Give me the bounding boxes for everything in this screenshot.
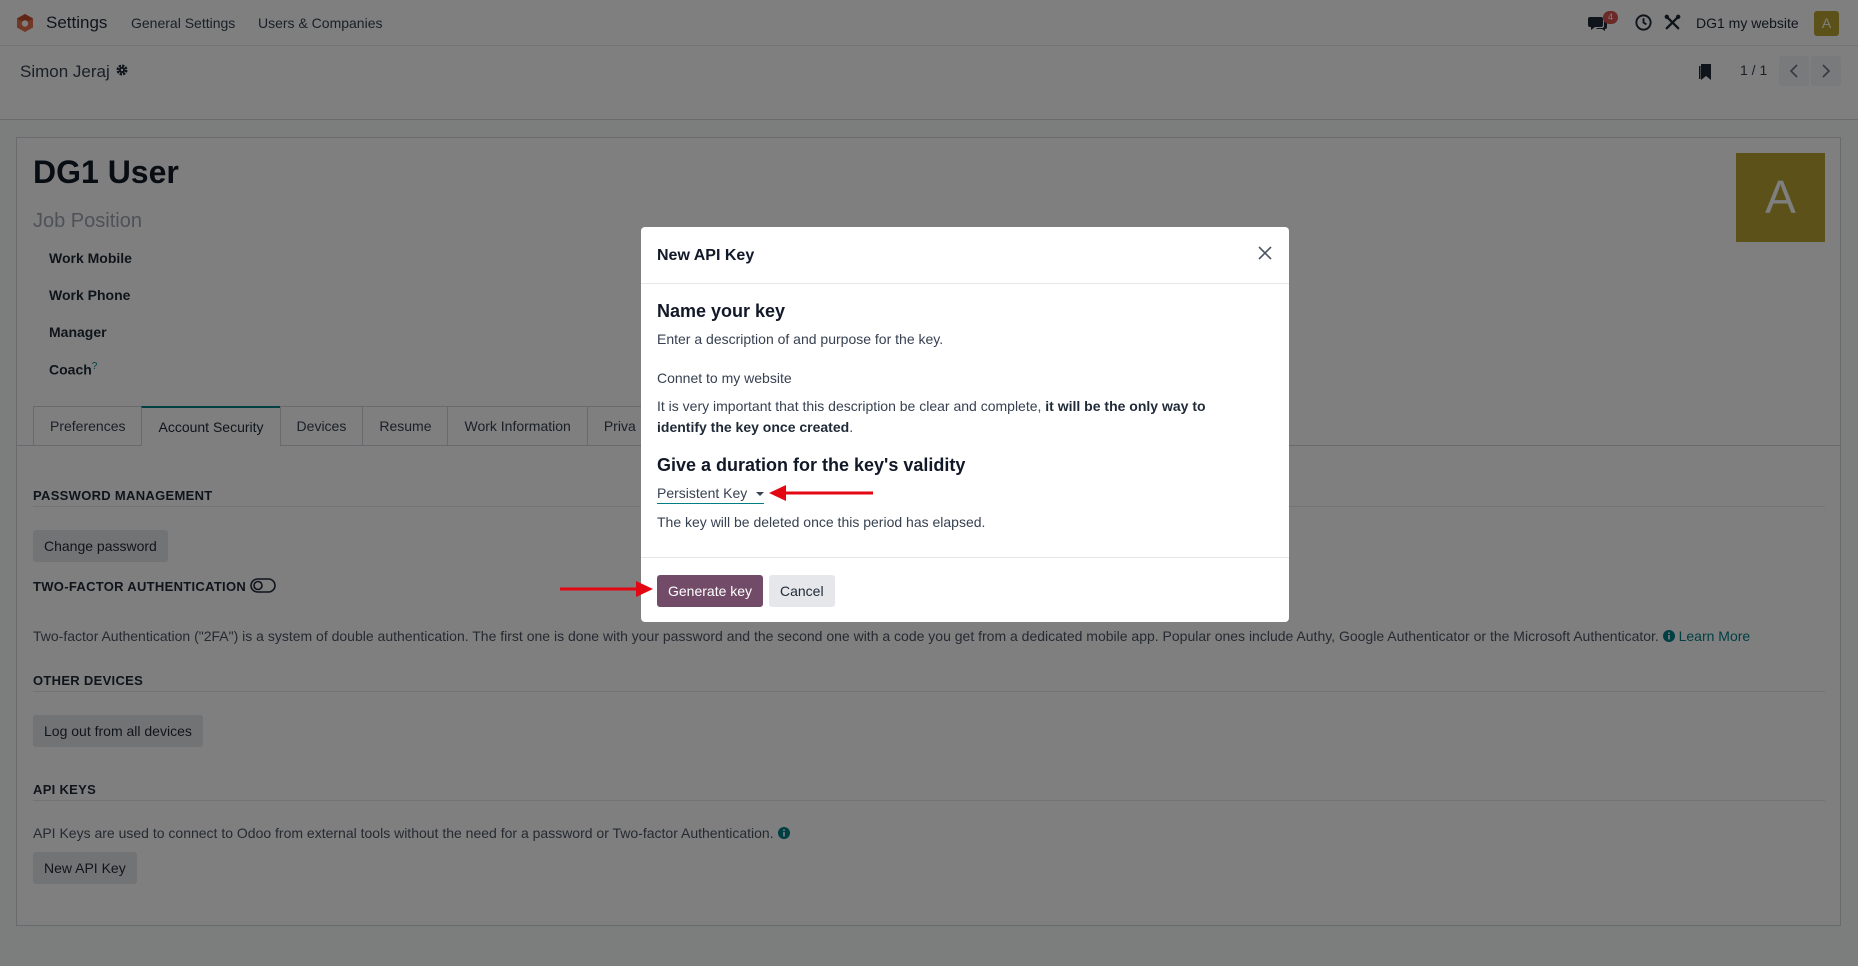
key-description-input[interactable]: Connet to my website (657, 370, 1265, 386)
dialog-header-divider (641, 283, 1289, 284)
dialog-footer-divider (641, 557, 1289, 558)
new-api-key-dialog: New API Key Name your key Enter a descri… (641, 227, 1289, 622)
warning-text: It is very important that this descripti… (657, 398, 1046, 414)
close-icon[interactable] (1255, 243, 1275, 263)
duration-value: Persistent Key (657, 485, 748, 501)
name-key-help: Enter a description of and purpose for t… (657, 331, 944, 347)
dialog-title: New API Key (657, 247, 755, 264)
cancel-button[interactable]: Cancel (769, 575, 835, 607)
warning-end: . (849, 419, 854, 435)
duration-select[interactable]: Persistent Key (657, 485, 765, 504)
description-warning: It is very important that this descripti… (657, 396, 1257, 438)
name-key-heading: Name your key (657, 301, 786, 321)
caret-down-icon (756, 492, 765, 496)
duration-help: The key will be deleted once this period… (657, 514, 986, 530)
annotation-arrow-generate (560, 581, 653, 597)
annotation-arrow-duration (769, 485, 873, 501)
generate-key-button[interactable]: Generate key (657, 575, 764, 607)
duration-heading: Give a duration for the key's validity (657, 455, 966, 475)
